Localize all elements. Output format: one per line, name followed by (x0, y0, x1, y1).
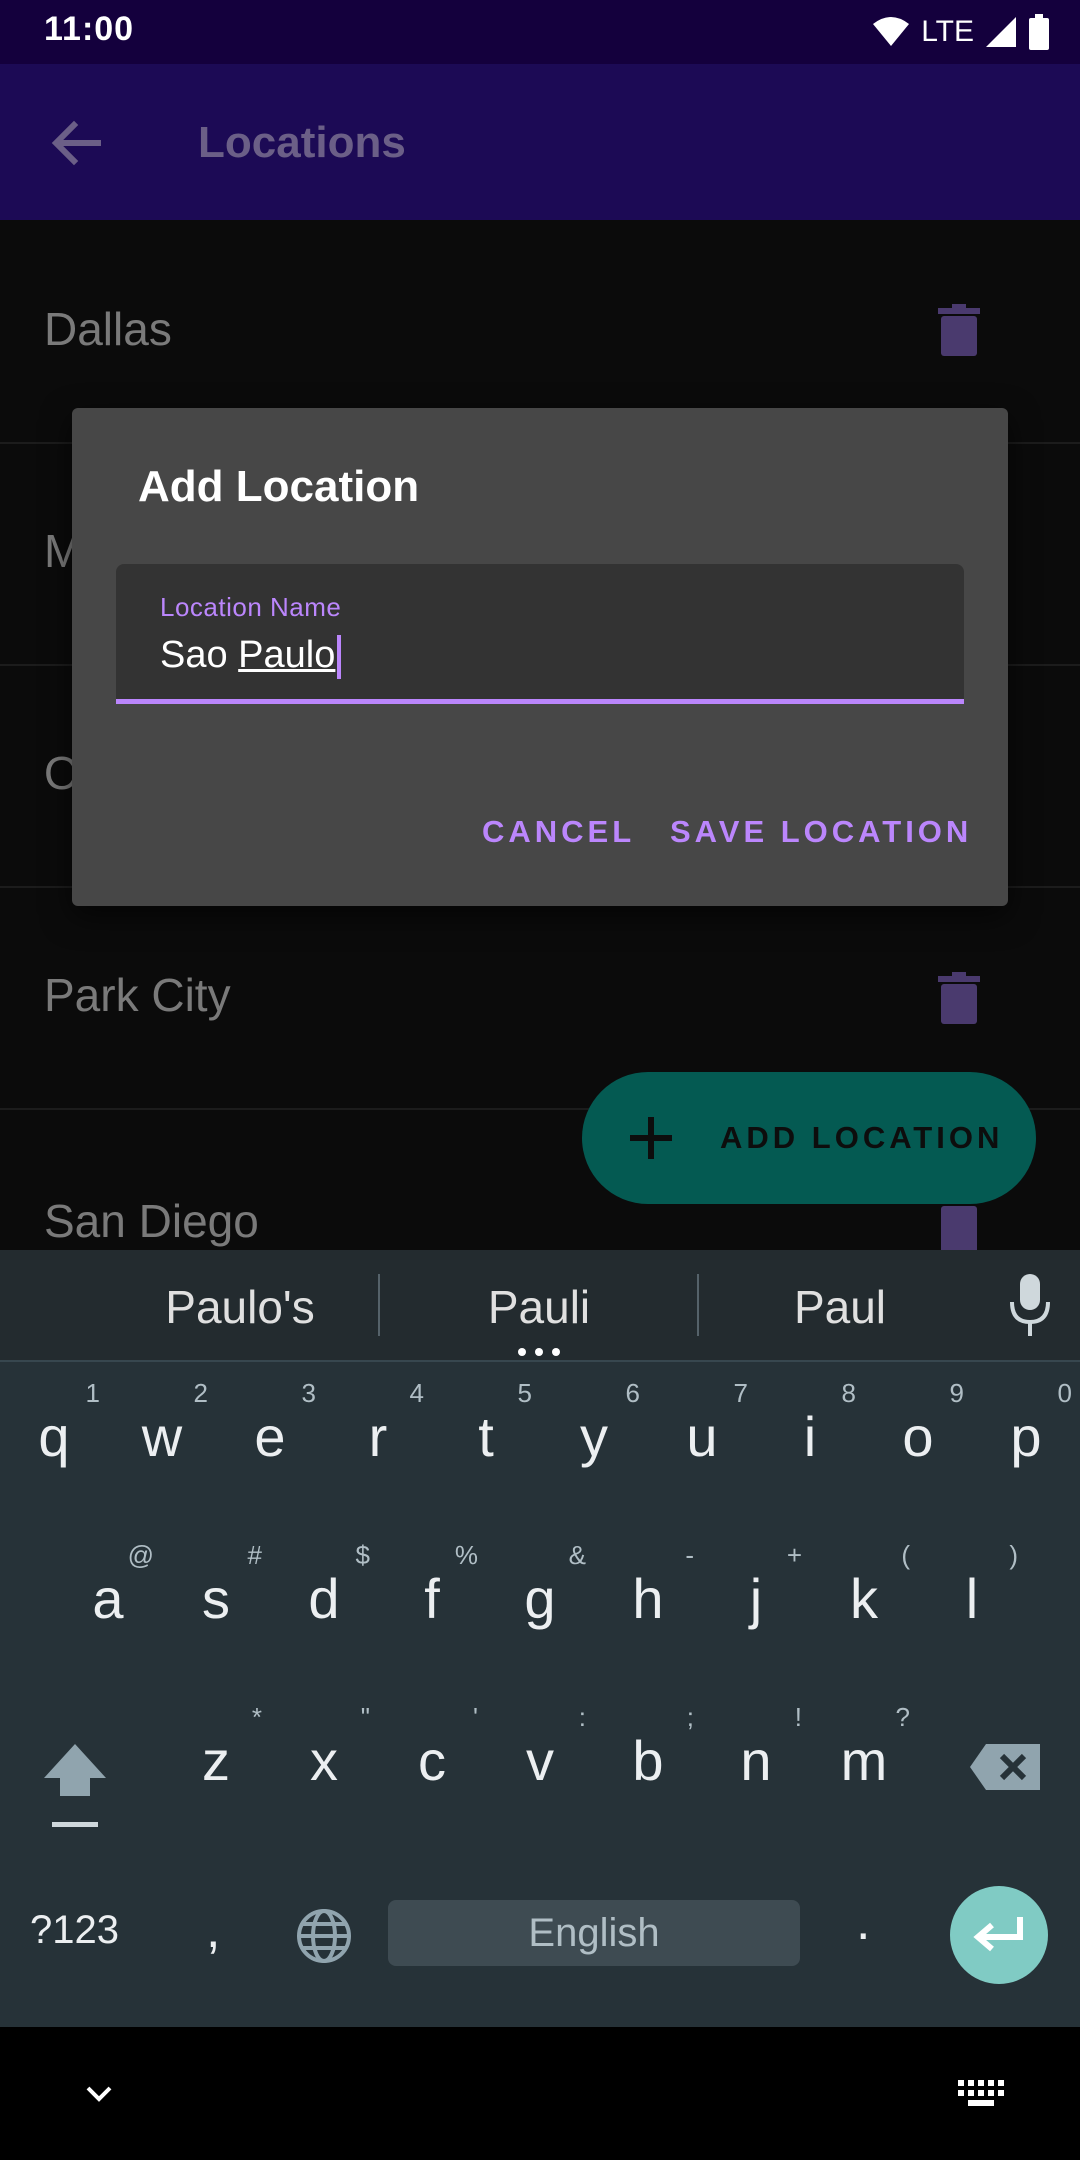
key-c[interactable]: ' c (378, 1702, 486, 1832)
key-char: z (202, 1729, 230, 1792)
key-char: l (965, 1567, 979, 1630)
input-text: Sao (160, 634, 239, 676)
shift-key-icon[interactable] (40, 1740, 110, 1830)
suggestion-divider (378, 1274, 380, 1336)
composing-text: Paulo (238, 634, 336, 676)
key-char: j (749, 1567, 763, 1630)
key-l[interactable]: ) l (918, 1540, 1026, 1670)
key-w[interactable]: 2w (108, 1378, 216, 1508)
key-char: t (478, 1405, 494, 1468)
key-char: p (1010, 1405, 1042, 1468)
add-location-fab[interactable]: ADD LOCATION (582, 1072, 1036, 1204)
chevron-down-icon[interactable] (84, 2082, 114, 2106)
key-d[interactable]: $ d (270, 1540, 378, 1670)
key-char: q (38, 1405, 70, 1468)
key-char: h (632, 1567, 664, 1630)
key-h[interactable]: -h (594, 1540, 702, 1670)
key-b[interactable]: ; b (594, 1702, 702, 1832)
status-time: 11:00 (44, 10, 135, 48)
key-char: e (254, 1405, 286, 1468)
key-char: r (368, 1405, 388, 1468)
page-title: Locations (198, 118, 406, 167)
space-key[interactable]: English (388, 1900, 800, 1966)
save-location-button[interactable]: SAVE LOCATION (670, 814, 972, 850)
location-name: Dallas (44, 303, 172, 355)
trash-icon[interactable] (938, 304, 980, 356)
key-char: g (524, 1567, 556, 1630)
dialog-title: Add Location (138, 462, 420, 511)
key-o[interactable]: 9o (864, 1378, 972, 1508)
key-r[interactable]: 4r (324, 1378, 432, 1508)
key-p[interactable]: 0p (972, 1378, 1080, 1508)
suggestion-divider (697, 1274, 699, 1336)
key-s[interactable]: # s (162, 1540, 270, 1670)
key-char: v (526, 1729, 554, 1792)
back-arrow-icon[interactable] (48, 115, 104, 171)
text-cursor (337, 634, 342, 679)
location-name: Park City (44, 969, 231, 1021)
signal-icon (986, 17, 1016, 47)
location-name: San Diego (44, 1195, 259, 1247)
key-g[interactable]: & g (486, 1540, 594, 1670)
key-char: b (632, 1729, 664, 1792)
key-char: o (902, 1405, 934, 1468)
key-i[interactable]: 8i (756, 1378, 864, 1508)
globe-icon[interactable] (296, 1908, 352, 1964)
more-suggestions-icon[interactable] (518, 1348, 560, 1356)
battery-icon (1029, 14, 1049, 50)
suggestion-1[interactable]: Paulo's (100, 1280, 380, 1334)
key-j[interactable]: + j (702, 1540, 810, 1670)
key-char: m (840, 1729, 888, 1792)
key-x[interactable]: " x (270, 1702, 378, 1832)
key-char: i (803, 1405, 817, 1468)
microphone-icon[interactable] (1008, 1274, 1052, 1336)
key-char: a (92, 1567, 124, 1630)
enter-key[interactable] (950, 1886, 1048, 1984)
wifi-icon (873, 17, 910, 46)
key-f[interactable]: % f (378, 1540, 486, 1670)
fab-label: ADD LOCATION (720, 1120, 1004, 1155)
key-char: s (202, 1567, 230, 1630)
enter-icon (973, 1917, 1023, 1952)
status-icons: LTE (871, 12, 1050, 52)
symbols-key[interactable]: ?123 (30, 1908, 119, 1953)
key-char: n (740, 1729, 772, 1792)
comma-key[interactable]: , (206, 1900, 220, 1960)
period-key[interactable]: . (856, 1892, 870, 1952)
key-char: w (141, 1405, 183, 1468)
key-m[interactable]: ? m (810, 1702, 918, 1832)
key-q[interactable]: 1q (0, 1378, 108, 1508)
keyboard-switch-icon[interactable] (958, 2080, 1004, 2110)
key-char: k (850, 1567, 878, 1630)
key-a[interactable]: @ a (54, 1540, 162, 1670)
app-bar (0, 64, 1080, 220)
trash-icon[interactable] (938, 972, 980, 1024)
key-y[interactable]: 6y (540, 1378, 648, 1508)
field-label: Location Name (160, 592, 342, 622)
key-k[interactable]: (k (810, 1540, 918, 1670)
backspace-key-icon[interactable] (968, 1742, 1042, 1792)
key-n[interactable]: ! n (702, 1702, 810, 1832)
key-z[interactable]: * z (162, 1702, 270, 1832)
key-char: x (310, 1729, 338, 1792)
key-char: u (686, 1405, 718, 1468)
plus-icon (630, 1117, 672, 1159)
network-type: LTE (921, 15, 974, 48)
location-name-input[interactable]: Sao Paulo (160, 634, 342, 679)
key-char: y (580, 1405, 608, 1468)
key-e[interactable]: 3e (216, 1378, 324, 1508)
key-u[interactable]: 7u (648, 1378, 756, 1508)
suggestion-3[interactable]: Paul (700, 1280, 980, 1334)
key-t[interactable]: 5t (432, 1378, 540, 1508)
key-v[interactable]: :v (486, 1702, 594, 1832)
navigation-bar (0, 2027, 1080, 2160)
suggestion-2[interactable]: Pauli (399, 1280, 679, 1334)
cancel-button[interactable]: CANCEL (482, 814, 635, 850)
key-char: c (418, 1729, 446, 1792)
key-char: d (308, 1567, 340, 1630)
key-char: f (424, 1567, 440, 1630)
